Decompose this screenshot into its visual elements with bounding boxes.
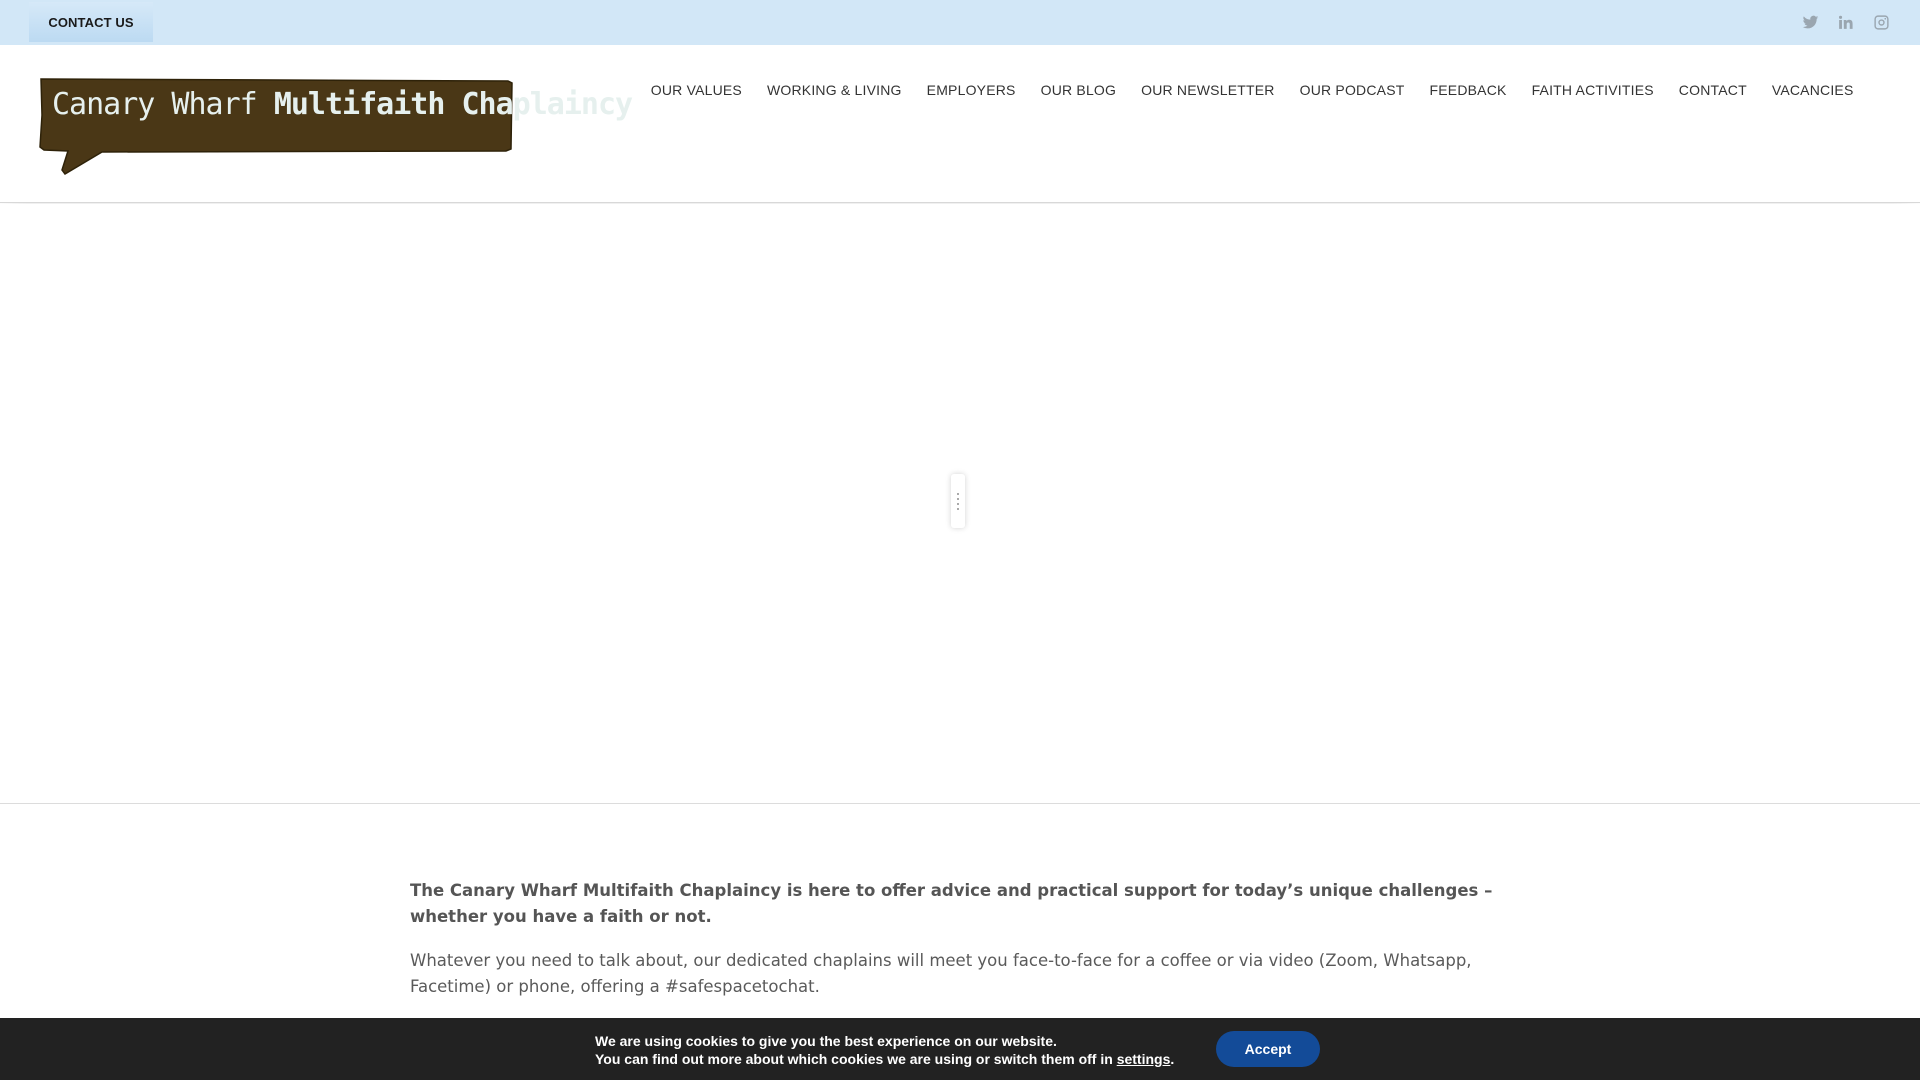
intro-section: The Canary Wharf Multifaith Chaplaincy i…	[410, 878, 1510, 1000]
body-paragraph: Whatever you need to talk about, our ded…	[410, 951, 1472, 996]
nav-item-contact[interactable]: CONTACT	[1666, 81, 1759, 99]
contact-us-button[interactable]: CONTACT US	[29, 2, 153, 42]
intro-paragraph: The Canary Wharf Multifaith Chaplaincy i…	[410, 881, 1493, 926]
hero-slider	[0, 204, 1920, 804]
logo-text-light: Canary Wharf	[52, 87, 274, 122]
cookie-message-line1: We are using cookies to give you the bes…	[595, 1033, 1057, 1049]
twitter-link[interactable]	[1799, 11, 1821, 33]
cookie-message: We are using cookies to give you the bes…	[595, 1032, 1174, 1068]
cookie-line2-suffix: .	[1170, 1051, 1175, 1067]
slider-drag-handle[interactable]	[951, 474, 965, 528]
instagram-link[interactable]	[1870, 11, 1892, 33]
cookie-settings-link[interactable]: settings	[1117, 1051, 1171, 1067]
cookie-line2-text: You can find out more about which cookie…	[595, 1051, 1117, 1067]
nav-item-vacancies[interactable]: VACANCIES	[1759, 81, 1866, 99]
linkedin-link[interactable]	[1834, 11, 1856, 33]
twitter-icon	[1802, 15, 1818, 28]
grip-dot	[957, 507, 959, 510]
nav-item-feedback[interactable]: FEEDBACK	[1417, 81, 1519, 99]
linkedin-icon	[1838, 15, 1853, 29]
nav-item-working-living[interactable]: WORKING & LIVING	[754, 81, 914, 99]
grip-dot	[957, 492, 959, 495]
logo-text-bold: Multifaith Chaplaincy	[273, 87, 633, 122]
nav-item-our-podcast[interactable]: OUR PODCAST	[1287, 81, 1417, 99]
instagram-icon	[1873, 14, 1889, 30]
site-logo[interactable]: Canary Wharf Multifaith Chaplaincy	[38, 77, 633, 177]
grip-dot	[957, 502, 959, 505]
cookie-notice-bar: We are using cookies to give you the bes…	[0, 1018, 1920, 1080]
main-nav: OUR VALUES WORKING & LIVING EMPLOYERS OU…	[638, 81, 1866, 99]
grip-dot	[957, 497, 959, 500]
nav-item-employers[interactable]: EMPLOYERS	[914, 81, 1028, 99]
nav-item-faith-activities[interactable]: FAITH ACTIVITIES	[1519, 81, 1666, 99]
top-bar: CONTACT US	[0, 0, 1920, 45]
nav-item-our-blog[interactable]: OUR BLOG	[1028, 81, 1129, 99]
nav-item-our-values[interactable]: OUR VALUES	[638, 81, 754, 99]
accept-cookies-button[interactable]: Accept	[1216, 1031, 1320, 1067]
nav-item-our-newsletter[interactable]: OUR NEWSLETTER	[1129, 81, 1287, 99]
cookie-message-line2: You can find out more about which cookie…	[595, 1050, 1174, 1068]
logo-text: Canary Wharf Multifaith Chaplaincy	[52, 87, 633, 122]
site-header: Canary Wharf Multifaith Chaplaincy OUR V…	[0, 45, 1920, 203]
